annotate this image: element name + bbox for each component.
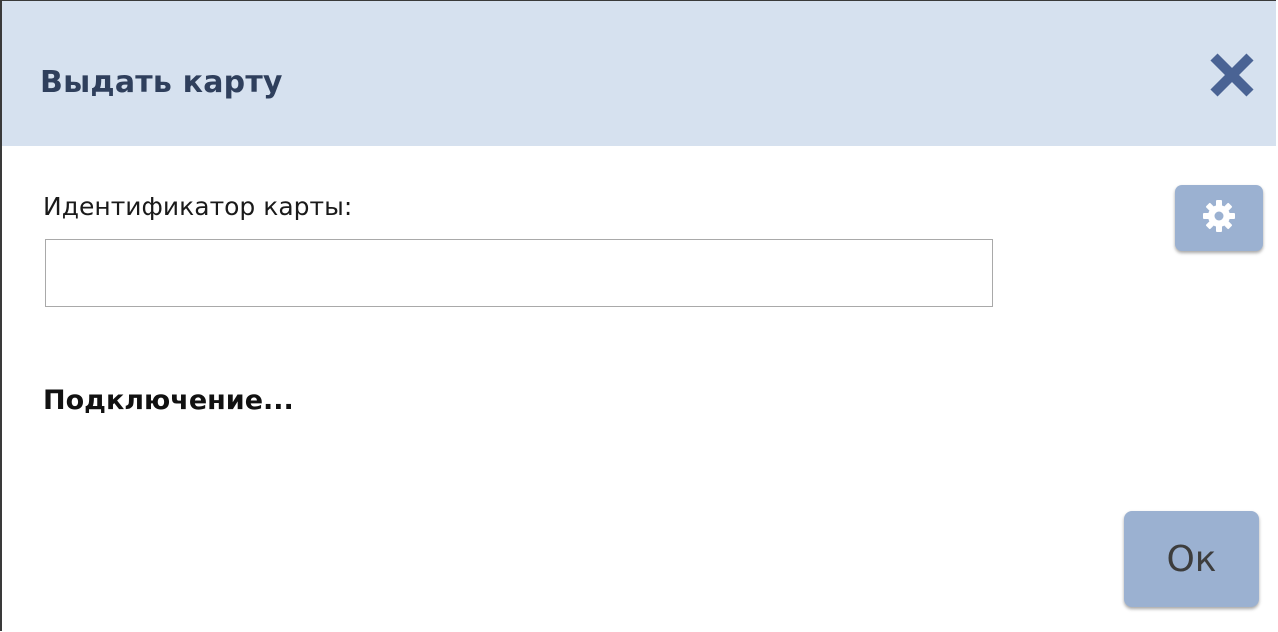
dialog-header: Выдать карту bbox=[2, 1, 1276, 146]
card-id-input[interactable] bbox=[45, 239, 993, 307]
issue-card-dialog: Выдать карту Идентификатор карты: Подклю… bbox=[0, 0, 1276, 631]
settings-button[interactable] bbox=[1175, 185, 1263, 251]
close-icon bbox=[1208, 53, 1256, 97]
card-id-label: Идентификатор карты: bbox=[43, 192, 353, 221]
connection-status: Подключение... bbox=[43, 385, 294, 416]
close-button[interactable] bbox=[1208, 53, 1256, 97]
gear-icon bbox=[1201, 198, 1237, 238]
dialog-title: Выдать карту bbox=[40, 65, 283, 100]
ok-button[interactable]: Ок bbox=[1124, 511, 1259, 607]
